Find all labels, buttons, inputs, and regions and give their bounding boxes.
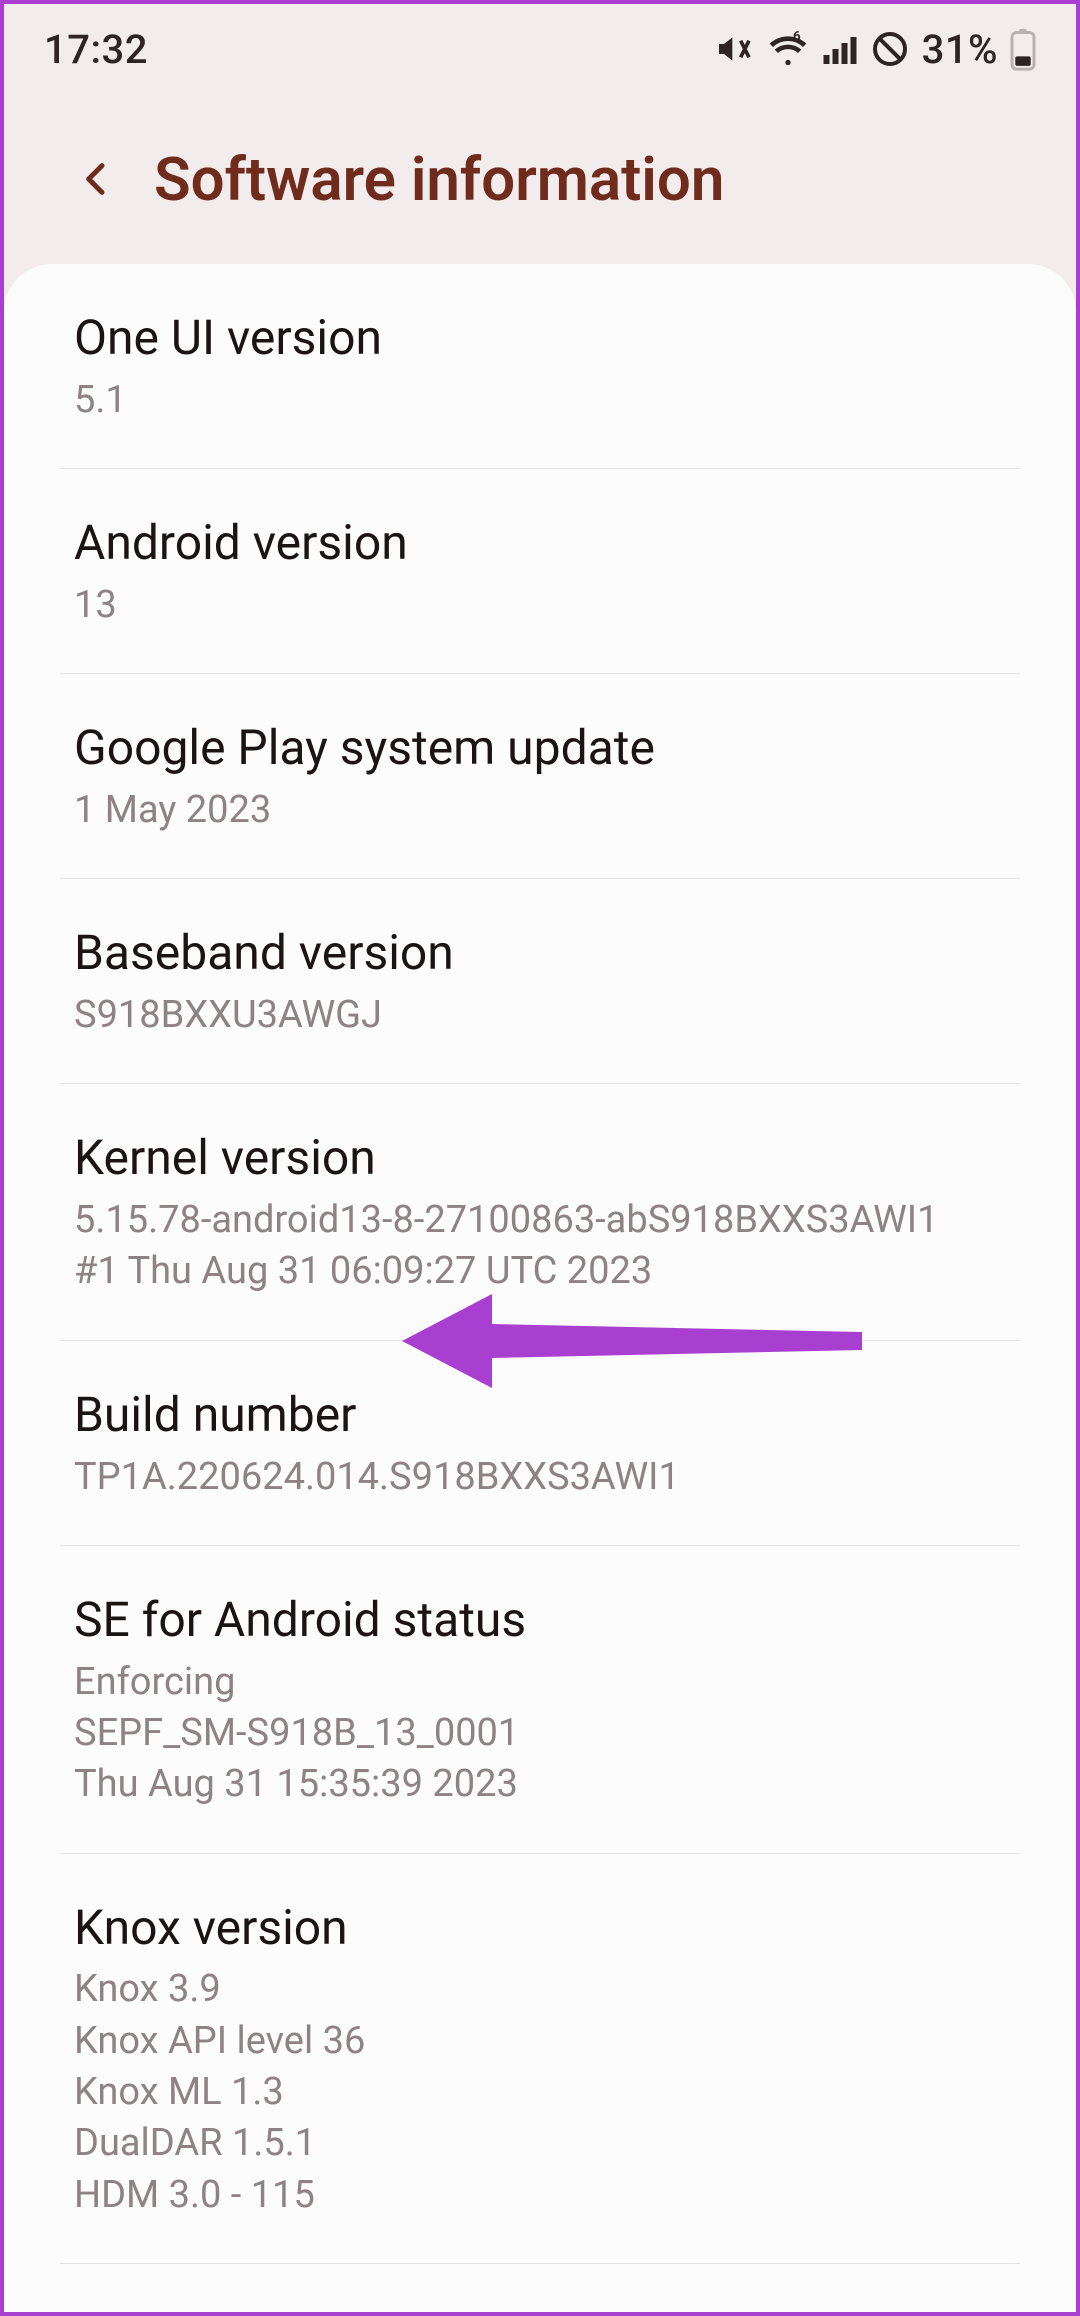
settings-card: One UI version 5.1 Android version 13 Go… (4, 264, 1076, 2316)
item-title: Knox version (74, 1896, 1006, 1961)
battery-icon (1010, 27, 1036, 71)
wifi-icon: 6 (766, 29, 810, 69)
status-bar: 17:32 6 31% (4, 4, 1076, 94)
page-header: Software information (4, 94, 1076, 264)
item-title: Android version (74, 511, 1006, 576)
item-sub: Knox 3.9 Knox API level 36 Knox ML 1.3 D… (74, 1964, 1006, 2220)
item-sub: TP1A.220624.014.S918BXXS3AWI1 (74, 1452, 1006, 1503)
item-knox-version[interactable]: Knox version Knox 3.9 Knox API level 36 … (4, 1854, 1076, 2263)
signal-icon (822, 29, 858, 69)
item-title: Service provider software version (74, 2306, 1006, 2316)
item-google-play-system-update[interactable]: Google Play system update 1 May 2023 (4, 674, 1076, 878)
item-title: Baseband version (74, 921, 1006, 986)
item-baseband-version[interactable]: Baseband version S918BXXU3AWGJ (4, 879, 1076, 1083)
item-title: Build number (74, 1383, 1006, 1448)
blocked-icon (870, 29, 910, 69)
item-sub: S918BXXU3AWGJ (74, 990, 1006, 1041)
battery-percent: 31% (922, 26, 998, 73)
status-right: 6 31% (714, 26, 1036, 73)
item-sub: 5.1 (74, 375, 1006, 426)
item-sub: Enforcing SEPF_SM-S918B_13_0001 Thu Aug … (74, 1657, 1006, 1811)
item-sub: 1 May 2023 (74, 785, 1006, 836)
item-title: One UI version (74, 306, 1006, 371)
item-android-version[interactable]: Android version 13 (4, 469, 1076, 673)
item-title: Google Play system update (74, 716, 1006, 781)
item-title: Kernel version (74, 1126, 1006, 1191)
item-service-provider-software-version[interactable]: Service provider software version SAOMC_… (4, 2264, 1076, 2316)
mute-icon (714, 29, 754, 69)
item-kernel-version[interactable]: Kernel version 5.15.78-android13-8-27100… (4, 1084, 1076, 1339)
item-se-for-android-status[interactable]: SE for Android status Enforcing SEPF_SM-… (4, 1546, 1076, 1853)
item-title: SE for Android status (74, 1588, 1006, 1653)
item-one-ui-version[interactable]: One UI version 5.1 (4, 264, 1076, 468)
item-sub: 5.15.78-android13-8-27100863-abS918BXXS3… (74, 1195, 1006, 1298)
item-sub: 13 (74, 580, 1006, 631)
chevron-left-icon (77, 149, 117, 209)
page-title: Software information (154, 144, 724, 215)
back-button[interactable] (74, 156, 120, 202)
svg-text:6: 6 (793, 30, 801, 45)
status-time: 17:32 (44, 26, 148, 73)
item-build-number[interactable]: Build number TP1A.220624.014.S918BXXS3AW… (4, 1341, 1076, 1545)
